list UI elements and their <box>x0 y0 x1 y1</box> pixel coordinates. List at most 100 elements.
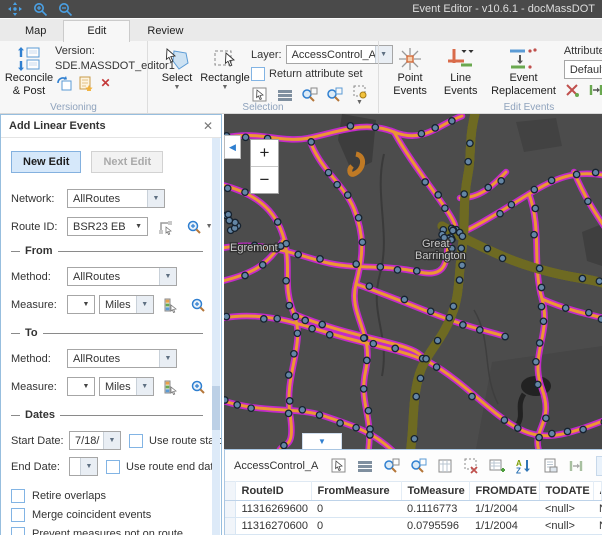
map-view[interactable]: Egremont Great Barrington ◀ + − ▼ <box>224 114 602 449</box>
grid-select-features-icon[interactable] <box>331 458 347 474</box>
pan-icon[interactable] <box>7 1 23 17</box>
map-canvas[interactable]: Egremont Great Barrington <box>224 114 602 449</box>
route-id-combo[interactable]: BSR23 EB ▼ <box>67 217 148 236</box>
to-measure-select-icon[interactable] <box>162 379 178 395</box>
refresh-version-icon[interactable] <box>55 75 72 91</box>
from-unit-dropdown[interactable]: Miles ▼ <box>99 295 154 314</box>
new-edit-button[interactable]: New Edit <box>11 151 81 173</box>
point-events-label: Point Events <box>388 72 432 97</box>
event-replacement-icon <box>507 45 541 72</box>
reconcile-post-label: Reconcile & Post <box>5 72 53 97</box>
select-caret-icon[interactable]: ▼ <box>174 85 181 91</box>
end-date-arrow-icon[interactable]: ▼ <box>80 458 97 475</box>
line-events-button[interactable]: Line Events <box>436 44 485 98</box>
reconcile-post-icon <box>16 45 42 72</box>
grid-rows-icon[interactable] <box>357 458 373 474</box>
prevent-measures-checkbox[interactable] <box>11 527 25 535</box>
clear-selection-icon[interactable] <box>351 84 368 100</box>
line-events-label: Line Events <box>440 72 481 97</box>
event-replacement-button[interactable]: Event Replacement <box>485 44 562 98</box>
start-date-field[interactable]: 7/18/ ▼ <box>69 431 121 450</box>
header-frommeasure[interactable]: FromMeasure <box>311 482 401 501</box>
rectangle-select-button[interactable]: Rectangle ▼ <box>201 44 249 92</box>
to-method-dropdown[interactable]: AllRoutes ▼ <box>67 349 177 368</box>
header-accesscontrol[interactable]: AC <box>593 482 602 501</box>
map-collapse-left-button[interactable]: ◀ <box>224 135 241 159</box>
header-todate[interactable]: TODATE <box>539 482 593 501</box>
from-measure-combo[interactable]: ▼ <box>67 295 95 314</box>
end-date-field[interactable]: ▼ <box>69 457 98 476</box>
from-unit-arrow-icon[interactable]: ▼ <box>136 296 153 313</box>
to-measure-label: Measure: <box>11 381 67 393</box>
to-unit-arrow-icon[interactable]: ▼ <box>136 378 153 395</box>
grid-sort-icon[interactable]: A Z <box>515 458 532 474</box>
tab-edit[interactable]: Edit <box>63 20 130 42</box>
to-measure-combo[interactable]: ▼ <box>67 377 95 396</box>
delete-version-icon[interactable]: ✕ <box>97 75 114 91</box>
panel-body: New Edit Next Edit Network: AllRoutes ▼ … <box>1 138 221 535</box>
select-label: Select <box>162 72 193 85</box>
table-row[interactable]: 11316269600 0 0.1116773 1/1/2004 <null> … <box>225 501 602 518</box>
to-unit-dropdown[interactable]: Miles ▼ <box>99 377 154 396</box>
to-measure-zoom-icon[interactable] <box>190 379 206 395</box>
route-id-label: Route ID: <box>11 221 67 233</box>
use-route-end-date-checkbox[interactable] <box>106 460 120 474</box>
reconcile-post-button[interactable]: Reconcile & Post <box>5 44 53 98</box>
rectangle-caret-icon[interactable]: ▼ <box>222 85 229 91</box>
from-measure-select-icon[interactable] <box>162 297 178 313</box>
point-events-button[interactable]: Point Events <box>384 44 436 98</box>
map-zoom-in-button[interactable]: + <box>251 140 278 166</box>
map-zoom-control: + − <box>250 139 279 194</box>
header-fromdate[interactable]: FROMDATE <box>469 482 539 501</box>
to-measure-arrow-icon[interactable]: ▼ <box>78 378 94 395</box>
panel-scrollbar[interactable] <box>212 138 220 535</box>
pan-to-selection-icon[interactable] <box>326 87 343 103</box>
grid-statistics-icon[interactable] <box>437 458 453 474</box>
grid-pan-to-selection-icon[interactable] <box>410 458 427 474</box>
to-method-arrow-icon[interactable]: ▼ <box>159 350 176 367</box>
zoom-to-selection-icon[interactable] <box>301 87 318 103</box>
split-event-icon[interactable] <box>588 82 602 98</box>
tab-map[interactable]: Map <box>8 22 63 41</box>
panel-close-icon[interactable]: ✕ <box>203 119 213 133</box>
end-date-label: End Date: <box>11 461 69 473</box>
network-dropdown-arrow-icon[interactable]: ▼ <box>147 190 164 207</box>
retire-overlaps-checkbox[interactable] <box>11 489 25 503</box>
from-method-dropdown[interactable]: AllRoutes ▼ <box>67 267 177 286</box>
zoom-in-icon[interactable] <box>32 1 48 17</box>
use-route-start-date-checkbox[interactable] <box>129 434 143 448</box>
point-events-icon <box>397 45 423 72</box>
tab-review[interactable]: Review <box>130 22 200 41</box>
layer-dropdown[interactable]: AccessControl_A ▼ <box>286 45 393 64</box>
merge-coincident-events-checkbox[interactable] <box>11 508 25 522</box>
attribute-set-dropdown[interactable]: Default <box>564 60 602 79</box>
from-measure-zoom-icon[interactable] <box>190 297 206 313</box>
attribute-table-icon[interactable] <box>276 87 293 103</box>
network-dropdown[interactable]: AllRoutes ▼ <box>67 189 165 208</box>
start-date-arrow-icon[interactable]: ▼ <box>103 432 120 449</box>
grid-add-row-icon[interactable] <box>489 458 505 474</box>
row-gutter[interactable] <box>225 501 235 518</box>
from-method-arrow-icon[interactable]: ▼ <box>159 268 176 285</box>
map-zoom-out-button[interactable]: − <box>251 166 278 193</box>
grid-zoom-to-selection-icon[interactable] <box>383 458 400 474</box>
route-id-combo-arrow-icon[interactable]: ▼ <box>131 218 147 235</box>
grid-clear-selection-icon[interactable] <box>463 458 479 474</box>
select-route-icon[interactable] <box>158 219 174 235</box>
header-routeid[interactable]: RouteID <box>235 482 311 501</box>
route-zoom-icon[interactable] <box>186 219 202 235</box>
panel-scrollbar-thumb[interactable] <box>212 386 220 430</box>
grid-collapse-tab[interactable]: ▼ <box>302 433 342 449</box>
cell: 1/1/2004 <box>469 518 539 535</box>
return-attribute-set-checkbox[interactable] <box>251 67 265 81</box>
new-version-icon[interactable] <box>76 75 93 91</box>
table-row[interactable]: 11316270600 0 0.0795596 1/1/2004 <null> … <box>225 518 602 535</box>
row-gutter[interactable] <box>225 518 235 535</box>
select-button[interactable]: Select ▼ <box>153 44 201 92</box>
grid-report-icon[interactable] <box>542 458 558 474</box>
from-measure-arrow-icon[interactable]: ▼ <box>78 296 94 313</box>
zoom-out-icon[interactable] <box>57 1 73 17</box>
cut-event-icon[interactable] <box>564 82 580 98</box>
header-tomeasure[interactable]: ToMeasure <box>401 482 469 501</box>
select-features-icon[interactable] <box>251 87 268 103</box>
